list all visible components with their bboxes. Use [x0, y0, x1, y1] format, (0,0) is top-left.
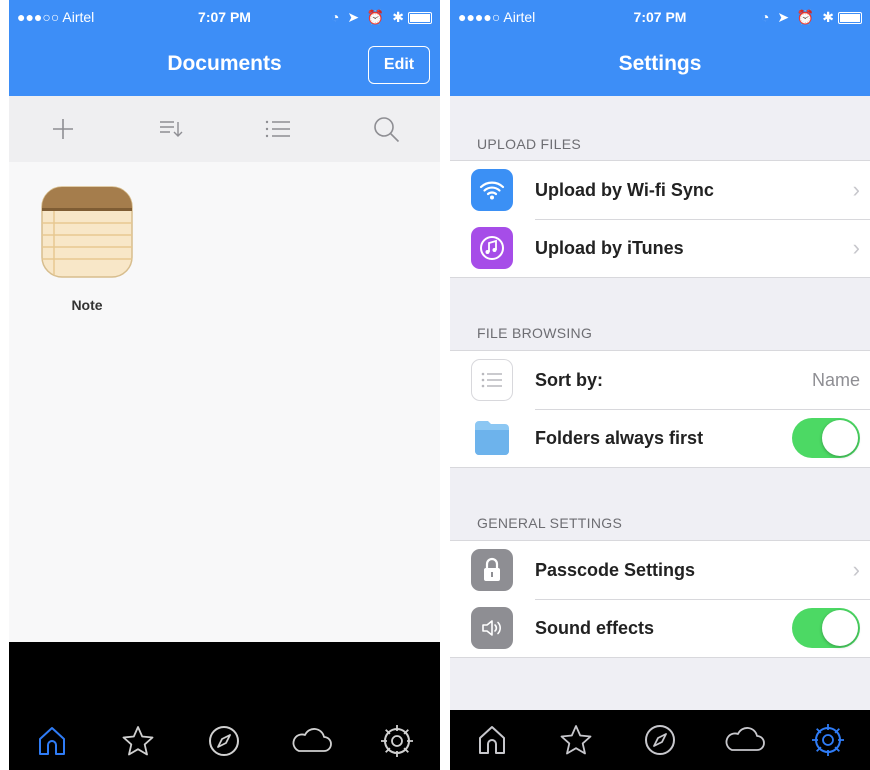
section-header-upload: UPLOAD FILES	[477, 136, 581, 152]
tab-home[interactable]	[30, 719, 74, 763]
upload-settings-group: Upload by Wi-fi Sync › Upload by iTunes …	[450, 160, 870, 278]
tab-favorites[interactable]	[116, 719, 160, 763]
tab-cloud[interactable]	[289, 719, 333, 763]
documents-list: Note	[9, 162, 440, 642]
status-bar: ●●●○○ Airtel 7:07 PM ◔ ➤ ⏰ ✱	[9, 6, 440, 28]
note-icon	[41, 186, 133, 278]
itunes-icon	[471, 227, 513, 269]
document-name: Note	[71, 297, 103, 313]
document-item[interactable]: Note	[41, 186, 133, 313]
tab-home[interactable]	[470, 718, 514, 762]
settings-row-wifi-sync[interactable]: Upload by Wi-fi Sync ›	[450, 161, 870, 219]
settings-row-itunes[interactable]: Upload by iTunes ›	[450, 219, 870, 277]
cloud-icon	[725, 727, 765, 751]
carrier-label: ●●●●○ Airtel	[458, 9, 536, 25]
status-icons: ◔ ➤ ⏰ ✱	[761, 9, 862, 26]
settings-screen: ●●●●○ Airtel 7:07 PM ◔ ➤ ⏰ ✱ Settings UP…	[450, 0, 870, 770]
carrier-label: ●●●○○ Airtel	[17, 9, 95, 25]
tab-browse[interactable]	[202, 719, 246, 763]
settings-row-label: Folders always first	[535, 427, 704, 448]
compass-icon	[209, 726, 240, 756]
list-icon[interactable]	[260, 111, 296, 147]
sort-icon[interactable]	[153, 111, 189, 147]
status-icons: ◔ ➤ ⏰ ✱	[331, 9, 432, 26]
tab-settings[interactable]	[806, 718, 850, 762]
sort-by-value: Name	[811, 369, 860, 390]
settings-row-label: Sort by:	[535, 369, 604, 390]
tab-browse[interactable]	[638, 718, 682, 762]
cloud-icon	[292, 728, 332, 752]
tab-favorites[interactable]	[554, 718, 598, 762]
settings-row-label: Passcode Settings	[535, 559, 696, 580]
folders-first-toggle[interactable]	[792, 418, 860, 458]
folder-icon	[471, 417, 513, 459]
speaker-icon	[471, 607, 513, 649]
star-icon	[122, 726, 154, 756]
edit-button[interactable]: Edit	[368, 46, 430, 84]
add-icon[interactable]	[45, 111, 81, 147]
documents-screen: ●●●○○ Airtel 7:07 PM ◔ ➤ ⏰ ✱ Documents E…	[9, 0, 440, 770]
settings-row-passcode[interactable]: Passcode Settings ›	[450, 541, 870, 599]
tab-bar	[9, 712, 440, 770]
settings-row-sort-by[interactable]: Sort by: Name	[450, 351, 870, 409]
settings-icon	[812, 724, 844, 756]
status-time: 7:07 PM	[198, 9, 251, 25]
search-icon[interactable]	[368, 111, 404, 147]
lock-icon	[471, 549, 513, 591]
home-icon	[479, 726, 505, 754]
settings-row-folders-first: Folders always first	[450, 409, 870, 467]
settings-row-label: Upload by Wi-fi Sync	[535, 179, 714, 200]
sound-effects-toggle[interactable]	[792, 608, 860, 648]
compass-icon	[645, 725, 675, 755]
settings-row-label: Upload by iTunes	[535, 237, 684, 258]
status-time: 7:07 PM	[633, 9, 687, 25]
page-title: Settings	[618, 52, 702, 75]
general-settings-group: Passcode Settings › Sound effects	[450, 540, 870, 658]
battery-icon	[408, 12, 432, 25]
tab-settings[interactable]	[375, 719, 419, 763]
tab-cloud[interactable]	[722, 718, 766, 762]
tab-bar	[450, 710, 870, 770]
home-icon	[39, 727, 66, 755]
battery-icon	[838, 12, 862, 25]
documents-header: ●●●○○ Airtel 7:07 PM ◔ ➤ ⏰ ✱ Documents E…	[9, 0, 440, 96]
chevron-right-icon: ›	[852, 557, 860, 582]
chevron-right-icon: ›	[852, 177, 860, 202]
section-header-file-browsing: FILE BROWSING	[477, 325, 593, 341]
list-icon	[471, 359, 513, 401]
status-bar: ●●●●○ Airtel 7:07 PM ◔ ➤ ⏰ ✱	[450, 6, 870, 28]
chevron-right-icon: ›	[852, 235, 860, 260]
settings-row-sound-effects: Sound effects	[450, 599, 870, 657]
star-icon	[560, 725, 592, 755]
settings-icon	[380, 725, 413, 757]
settings-header: ●●●●○ Airtel 7:07 PM ◔ ➤ ⏰ ✱ Settings	[450, 0, 870, 96]
section-header-general: GENERAL SETTINGS	[477, 515, 623, 531]
wifi-icon	[471, 169, 513, 211]
file-browsing-group: Sort by: Name Folders always first	[450, 350, 870, 468]
documents-toolbar	[9, 96, 440, 162]
settings-row-label: Sound effects	[535, 617, 655, 638]
